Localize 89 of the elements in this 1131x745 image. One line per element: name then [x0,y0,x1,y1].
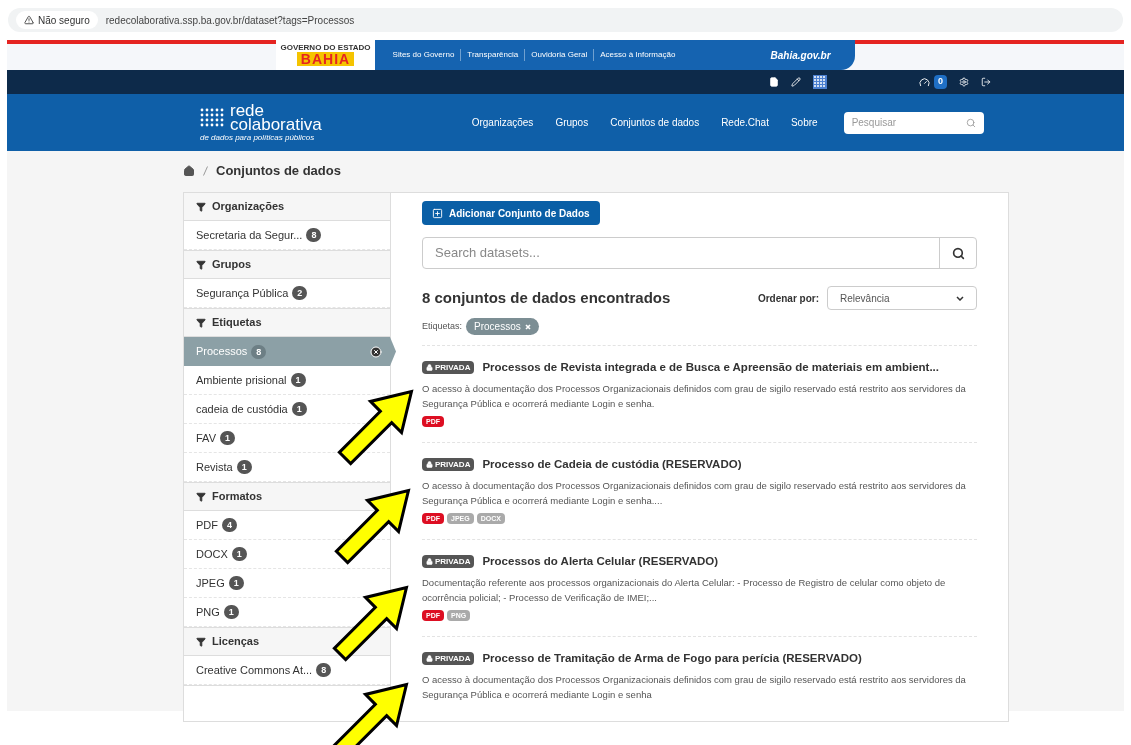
search-icon[interactable] [951,246,965,260]
facet-header: Grupos [184,251,390,279]
count-badge: 1 [291,402,307,416]
breadcrumb-separator-icon [203,166,208,176]
state-logo[interactable]: GOVERNO DO ESTADO BAHIA [276,40,375,70]
logo-word: rede [230,103,265,118]
lock-icon [426,558,433,566]
logout-icon[interactable] [981,77,991,87]
count-badge: 1 [236,460,252,474]
facet-item[interactable]: PDF 4 [196,516,237,534]
pencil-icon[interactable] [791,77,801,87]
private-badge: PRIVADA [422,458,475,472]
logo-word: colaborativa [230,117,322,132]
dataset-title[interactable]: Processo de Tramitação de Arma de Fogo para perícia (RESERVADO) [482,650,862,668]
filter-icon [196,259,206,270]
facet-item[interactable]: FAV 1 [196,429,235,447]
private-badge: PRIVADA [422,652,475,666]
facet-header: Formatos [184,483,390,511]
add-dataset-button[interactable]: Adicionar Conjunto de Dados [422,201,600,225]
warning-icon [24,15,34,25]
filter-icon [196,636,206,647]
facet-item[interactable]: Segurança Pública 2 [196,284,308,302]
dashboard-icon[interactable] [919,76,930,88]
dataset-description: O acesso à documentação dos Processos Organizacionais definidos com grau de sigilo reservado está restrito aos servidores da Segurança Pública e ocorrerá mediante Login e senha [422,673,967,703]
count-badge: 1 [220,431,235,445]
count-badge: 1 [223,605,239,619]
dot-grid-logo-icon [200,106,226,129]
lock-icon [426,655,433,663]
gov-link[interactable]: Transparência [460,49,525,61]
dataset-title[interactable]: Processo de Cadeia de custódia (RESERVADO) [482,456,742,474]
facet-item[interactable]: JPEG 1 [196,574,244,592]
address-bar[interactable]: Não seguro redecolaborativa.ssp.ba.gov.br/dataset?tags=Processos [8,8,1123,32]
nav-link[interactable]: Conjuntos de dados [610,115,700,130]
count-badge: 1 [231,547,247,561]
private-badge: PRIVADA [422,555,475,569]
plus-icon [432,207,443,219]
facet-item[interactable]: Revista 1 [196,458,252,476]
filter-label: Etiquetas: [422,319,463,333]
sort-label: Ordenar por: [757,291,819,306]
site-search-input[interactable]: Pesquisar [851,115,966,130]
filter-icon [196,491,206,502]
count-badge: 4 [222,518,237,532]
lock-icon [426,364,433,372]
settings-icon[interactable] [959,77,969,87]
count-badge: 1 [290,373,306,387]
url-text: redecolaborativa.ssp.ba.gov.br/dataset?tags=Processos [105,13,355,28]
dataset-description: Documentação referente aos processos organizacionais do Alerta Celular: - Processo de Registro de celular como objeto de ocorrência policial; - Processo de Verificação de IMEI;... [422,576,947,606]
lock-icon [426,461,433,469]
nav-link[interactable]: Organizações [471,115,534,130]
dataset-title[interactable]: Processos de Revista integrada e de Busca e Apreensão de materiais em ambient... [482,359,939,377]
count-badge: 1 [228,576,244,590]
dataset-description: O acesso à documentação dos Processos Organizacionais definidos com grau de sigilo reservado está restrito aos servidores da Segurança Pública e ocorrerá mediante Login e senha.... [422,479,967,509]
facet-item[interactable]: cadeia de custódia 1 [196,400,307,418]
user-grid-icon[interactable] [813,75,827,89]
facet-header: Etiquetas [184,309,390,337]
site-search-field[interactable]: Pesquisar [843,111,984,134]
facet-item[interactable]: Processos 8 [184,337,396,366]
notification-count[interactable]: 0 [934,75,947,89]
nav-link[interactable]: Grupos [555,115,589,130]
facet-item[interactable]: Secretaria da Segur... 8 [196,226,322,244]
nav-link[interactable]: Rede.Chat [721,115,769,130]
filter-icon [196,317,206,328]
breadcrumb-link[interactable]: Conjuntos de dados [216,161,341,181]
chevron-down-icon [956,295,964,301]
logo-tagline: de dados para políticas públicos [200,133,316,142]
document-icon[interactable] [769,77,779,87]
count-badge: 8 [316,663,332,677]
private-badge: PRIVADA [422,361,475,375]
facet-header: Organizações [184,193,390,221]
remove-icon[interactable] [370,345,382,358]
gov-link[interactable]: Acesso à Informação [593,49,682,61]
nav-link[interactable]: Sobre [790,115,818,130]
home-icon[interactable] [183,165,195,177]
facet-item[interactable]: Ambiente prisional 1 [196,371,306,389]
dataset-title[interactable]: Processos do Alerta Celular (RESERVADO) [482,553,719,571]
facet-item[interactable]: PNG 1 [196,603,239,621]
dataset-description: O acesso à documentação dos Processos Organizacionais definidos com grau de sigilo reservado está restrito aos servidores da Segurança Pública e ocorrerá mediante Login e senha. [422,382,967,412]
count-badge: 8 [251,344,267,359]
filter-icon [196,201,206,212]
security-chip[interactable]: Não seguro [16,11,98,29]
count-badge: 2 [292,286,308,300]
facet-item[interactable]: DOCX 1 [196,545,247,563]
gov-link[interactable]: Sites do Governo [386,49,461,61]
sort-select[interactable]: Relevância [827,286,977,310]
gov-link[interactable]: Ouvidoria Geral [524,49,594,61]
count-badge: 8 [306,228,322,242]
portal-link[interactable]: Bahia.gov.br [770,47,831,63]
results-heading: 8 conjuntos de dados encontrados [422,287,671,308]
facet-item[interactable]: Creative Commons At... 8 [196,661,332,679]
